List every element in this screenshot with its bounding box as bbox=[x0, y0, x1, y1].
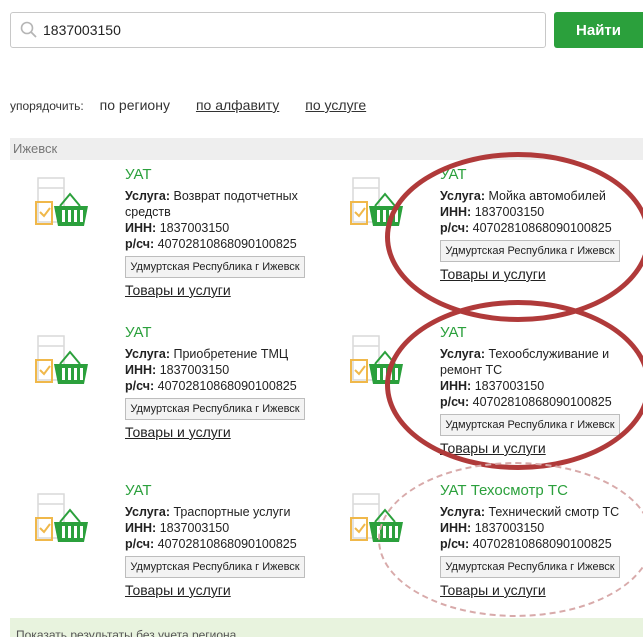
region-button[interactable]: Удмуртская Республика г Ижевск bbox=[440, 240, 620, 262]
inn-value: 1837003150 bbox=[159, 521, 230, 535]
sort-by-alphabet-link[interactable]: по алфавиту bbox=[196, 97, 279, 113]
region-button[interactable]: Удмуртская Республика г Ижевск bbox=[125, 256, 305, 278]
inn-label: ИНН: bbox=[125, 363, 157, 377]
inn-line: ИНН: 1837003150 bbox=[440, 204, 640, 220]
shopping-basket-icon bbox=[349, 176, 407, 234]
account-value: 40702810868090100825 bbox=[157, 379, 297, 393]
goods-services-link[interactable]: Товары и услуги bbox=[125, 582, 231, 598]
provider-title[interactable]: УАТ Техосмотр ТС bbox=[440, 482, 640, 500]
provider-card: УАТ Техосмотр ТС Услуга: Технический смо… bbox=[325, 482, 640, 637]
account-label: р/сч: bbox=[125, 379, 155, 393]
shopping-basket-icon bbox=[349, 334, 407, 392]
provider-title[interactable]: УАТ bbox=[125, 166, 325, 184]
shopping-basket-icon bbox=[34, 176, 92, 234]
search-icon bbox=[19, 20, 39, 40]
search-bar[interactable] bbox=[10, 12, 546, 48]
inn-label: ИНН: bbox=[125, 521, 157, 535]
provider-card: УАТ Услуга: Техообслуживание и ремонт ТС… bbox=[325, 324, 640, 479]
provider-card: УАТ Услуга: Мойка автомобилей ИНН: 18370… bbox=[325, 166, 640, 321]
inn-line: ИНН: 1837003150 bbox=[125, 362, 325, 378]
provider-title[interactable]: УАТ bbox=[440, 166, 640, 184]
service-line: Услуга: Мойка автомобилей bbox=[440, 188, 640, 204]
account-value: 40702810868090100825 bbox=[157, 237, 297, 251]
account-label: р/сч: bbox=[125, 237, 155, 251]
account-label: р/сч: bbox=[440, 537, 470, 551]
inn-value: 1837003150 bbox=[159, 221, 230, 235]
inn-value: 1837003150 bbox=[474, 205, 545, 219]
service-line: Услуга: Траспортные услуги bbox=[125, 504, 325, 520]
provider-card: УАТ Услуга: Возврат подотчетных средств … bbox=[10, 166, 325, 321]
region-button[interactable]: Удмуртская Республика г Ижевск bbox=[440, 414, 620, 436]
account-line: р/сч: 40702810868090100825 bbox=[440, 394, 640, 410]
service-label: Услуга: bbox=[440, 505, 485, 519]
goods-services-link[interactable]: Товары и услуги bbox=[440, 440, 546, 456]
service-value: Технический смотр ТС bbox=[488, 505, 620, 519]
inn-line: ИНН: 1837003150 bbox=[440, 378, 640, 394]
account-value: 40702810868090100825 bbox=[157, 537, 297, 551]
service-value: Приобретение ТМЦ bbox=[173, 347, 289, 361]
inn-label: ИНН: bbox=[440, 521, 472, 535]
account-line: р/сч: 40702810868090100825 bbox=[125, 378, 325, 394]
inn-line: ИНН: 1837003150 bbox=[125, 520, 325, 536]
service-value: Траспортные услуги bbox=[173, 505, 291, 519]
region-button[interactable]: Удмуртская Республика г Ижевск bbox=[440, 556, 620, 578]
account-value: 40702810868090100825 bbox=[472, 395, 612, 409]
region-button[interactable]: Удмуртская Республика г Ижевск bbox=[125, 556, 305, 578]
shopping-basket-icon bbox=[34, 492, 92, 550]
service-label: Услуга: bbox=[125, 505, 170, 519]
sort-by-region-link[interactable]: по региону bbox=[100, 97, 170, 113]
account-label: р/сч: bbox=[440, 395, 470, 409]
provider-card: УАТ Услуга: Приобретение ТМЦ ИНН: 183700… bbox=[10, 324, 325, 479]
inn-value: 1837003150 bbox=[474, 521, 545, 535]
show-without-region-bar[interactable]: Показать результаты без учета региона bbox=[10, 618, 643, 637]
shopping-basket-icon bbox=[349, 492, 407, 550]
account-line: р/сч: 40702810868090100825 bbox=[125, 536, 325, 552]
service-label: Услуга: bbox=[440, 347, 485, 361]
goods-services-link[interactable]: Товары и услуги bbox=[125, 282, 231, 298]
account-line: р/сч: 40702810868090100825 bbox=[440, 220, 640, 236]
shopping-basket-icon bbox=[34, 334, 92, 392]
inn-value: 1837003150 bbox=[474, 379, 545, 393]
goods-services-link[interactable]: Товары и услуги bbox=[440, 266, 546, 282]
account-value: 40702810868090100825 bbox=[472, 221, 612, 235]
inn-label: ИНН: bbox=[440, 379, 472, 393]
provider-card: УАТ Услуга: Траспортные услуги ИНН: 1837… bbox=[10, 482, 325, 637]
account-label: р/сч: bbox=[125, 537, 155, 551]
inn-value: 1837003150 bbox=[159, 363, 230, 377]
region-button[interactable]: Удмуртская Республика г Ижевск bbox=[125, 398, 305, 420]
service-line: Услуга: Возврат подотчетных средств bbox=[125, 188, 325, 220]
find-button[interactable]: Найти bbox=[554, 12, 643, 48]
service-label: Услуга: bbox=[125, 347, 170, 361]
inn-line: ИНН: 1837003150 bbox=[440, 520, 640, 536]
goods-services-link[interactable]: Товары и услуги bbox=[440, 582, 546, 598]
account-line: р/сч: 40702810868090100825 bbox=[125, 236, 325, 252]
sort-row: упорядочить: по региону по алфавиту по у… bbox=[10, 97, 392, 113]
inn-label: ИНН: bbox=[125, 221, 157, 235]
region-header: Ижевск bbox=[10, 138, 643, 160]
account-label: р/сч: bbox=[440, 221, 470, 235]
account-line: р/сч: 40702810868090100825 bbox=[440, 536, 640, 552]
service-line: Услуга: Приобретение ТМЦ bbox=[125, 346, 325, 362]
search-input[interactable] bbox=[43, 22, 523, 38]
service-label: Услуга: bbox=[440, 189, 485, 203]
service-line: Услуга: Технический смотр ТС bbox=[440, 504, 640, 520]
provider-title[interactable]: УАТ bbox=[440, 324, 640, 342]
provider-title[interactable]: УАТ bbox=[125, 324, 325, 342]
service-value: Мойка автомобилей bbox=[488, 189, 606, 203]
service-label: Услуга: bbox=[125, 189, 170, 203]
sort-label: упорядочить: bbox=[10, 99, 84, 113]
inn-label: ИНН: bbox=[440, 205, 472, 219]
account-value: 40702810868090100825 bbox=[472, 537, 612, 551]
goods-services-link[interactable]: Товары и услуги bbox=[125, 424, 231, 440]
inn-line: ИНН: 1837003150 bbox=[125, 220, 325, 236]
service-line: Услуга: Техообслуживание и ремонт ТС bbox=[440, 346, 640, 378]
sort-by-service-link[interactable]: по услуге bbox=[305, 97, 366, 113]
provider-title[interactable]: УАТ bbox=[125, 482, 325, 500]
